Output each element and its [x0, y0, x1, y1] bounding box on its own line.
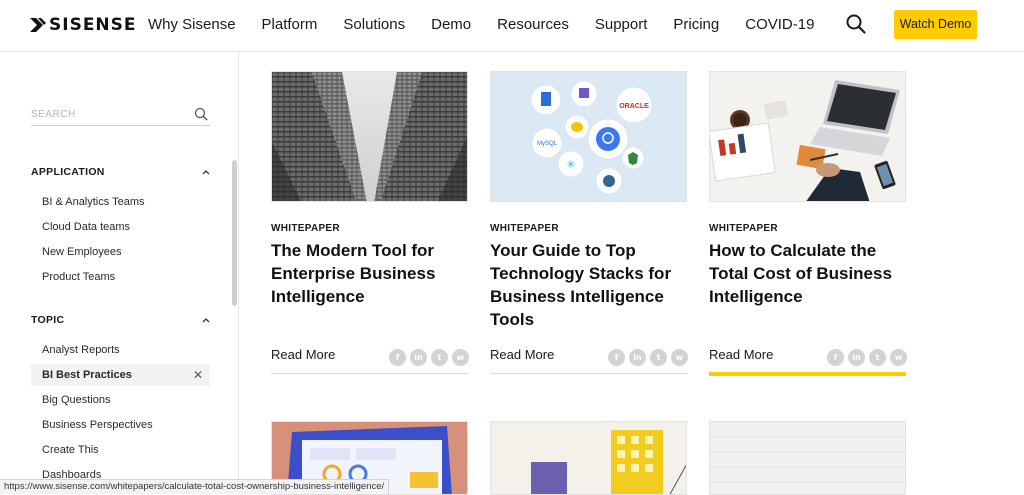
nav-platform[interactable]: Platform [262, 15, 318, 35]
card-type-label: WHITEPAPER [490, 223, 559, 234]
nav-solutions[interactable]: Solutions [343, 15, 405, 35]
linkedin-icon[interactable]: in [629, 349, 646, 366]
mysql-logo-text: MySQL [537, 141, 558, 147]
filter-item-big-questions[interactable]: Big Questions [31, 389, 210, 411]
nav-demo[interactable]: Demo [431, 15, 471, 35]
sidebar-search-input[interactable] [31, 104, 181, 125]
read-more-link[interactable]: Read More [490, 347, 554, 362]
sidebar-search-field [31, 104, 210, 126]
card-divider [271, 373, 468, 374]
twitter-icon[interactable]: t [650, 349, 667, 366]
card-title[interactable]: How to Calculate the Total Cost of Busin… [709, 239, 909, 308]
sisense-logo[interactable]: SISENSE [30, 15, 137, 35]
chevron-up-icon[interactable] [201, 167, 211, 177]
oracle-logo-text: ORACLE [619, 103, 649, 110]
filter-item-cloud-data-teams[interactable]: Cloud Data teams [31, 216, 210, 238]
filter-sidebar: APPLICATION BI & Analytics Teams Cloud D… [0, 52, 239, 495]
share-icons: f in t w [827, 349, 911, 366]
filter-item-new-employees[interactable]: New Employees [31, 241, 210, 263]
card-type-label: WHITEPAPER [271, 223, 340, 234]
card-type-label: WHITEPAPER [709, 223, 778, 234]
filter-item-analyst-reports[interactable]: Analyst Reports [31, 339, 210, 361]
filter-item-bi-analytics-teams[interactable]: BI & Analytics Teams [31, 191, 210, 213]
svg-text:✳: ✳ [566, 158, 575, 171]
search-icon[interactable] [845, 13, 867, 35]
twitter-icon[interactable]: t [869, 349, 886, 366]
section-title-topic: TOPIC [31, 314, 65, 326]
filter-item-business-perspectives[interactable]: Business Perspectives [31, 414, 210, 436]
whatsapp-icon[interactable]: w [890, 349, 907, 366]
resource-card: ORACLE MySQL ✳ WHITEPAPER Your Guide to … [490, 71, 690, 376]
card-image-tech-stack[interactable]: ORACLE MySQL ✳ [490, 71, 687, 202]
linkedin-icon[interactable]: in [410, 349, 427, 366]
nav-support[interactable]: Support [595, 15, 648, 35]
filter-item-bi-best-practices[interactable]: BI Best Practices ✕ [31, 364, 210, 386]
nav-resources[interactable]: Resources [497, 15, 569, 35]
logo-text: SISENSE [49, 15, 137, 35]
share-icons: f in t w [608, 349, 692, 366]
section-header-topic[interactable]: TOPIC [31, 312, 211, 328]
nav-covid-19[interactable]: COVID-19 [745, 15, 814, 35]
share-icons: f in t w [389, 349, 473, 366]
status-bar-url: https://www.sisense.com/whitepapers/calc… [0, 479, 390, 494]
section-header-application[interactable]: APPLICATION [31, 164, 211, 180]
card-divider [490, 373, 687, 374]
filter-item-label: BI Best Practices [42, 369, 132, 381]
card-title[interactable]: The Modern Tool for Enterprise Business … [271, 239, 471, 308]
filter-item-product-teams[interactable]: Product Teams [31, 266, 210, 288]
card-image-white-wall[interactable] [709, 421, 906, 495]
section-title-application: APPLICATION [31, 166, 105, 178]
facebook-icon[interactable]: f [827, 349, 844, 366]
linkedin-icon[interactable]: in [848, 349, 865, 366]
card-image-buildings-illustration[interactable] [490, 421, 687, 495]
read-more-link[interactable]: Read More [271, 347, 335, 362]
resource-card: WHITEPAPER The Modern Tool for Enterpris… [271, 71, 471, 376]
chevron-up-icon[interactable] [201, 315, 211, 325]
filter-item-create-this[interactable]: Create This [31, 439, 210, 461]
card-divider-active [709, 372, 906, 376]
card-image-desk[interactable] [709, 71, 906, 202]
whatsapp-icon[interactable]: w [671, 349, 688, 366]
card-image-skyscrapers[interactable] [271, 71, 468, 202]
nav-pricing[interactable]: Pricing [673, 15, 719, 35]
facebook-icon[interactable]: f [389, 349, 406, 366]
close-icon[interactable]: ✕ [193, 364, 203, 386]
whatsapp-icon[interactable]: w [452, 349, 469, 366]
nav-why-sisense[interactable]: Why Sisense [148, 15, 236, 35]
watch-demo-button[interactable]: Watch Demo [894, 10, 977, 39]
resource-card: WHITEPAPER How to Calculate the Total Co… [709, 71, 909, 376]
facebook-icon[interactable]: f [608, 349, 625, 366]
card-title[interactable]: Your Guide to Top Technology Stacks for … [490, 239, 690, 331]
read-more-link[interactable]: Read More [709, 347, 773, 362]
main-nav: Why Sisense Platform Solutions Demo Reso… [148, 15, 840, 35]
twitter-icon[interactable]: t [431, 349, 448, 366]
sisense-logo-icon [30, 18, 46, 32]
site-header: SISENSE Why Sisense Platform Solutions D… [0, 0, 1024, 52]
sidebar-scrollbar[interactable] [232, 160, 237, 306]
search-icon[interactable] [194, 107, 208, 121]
